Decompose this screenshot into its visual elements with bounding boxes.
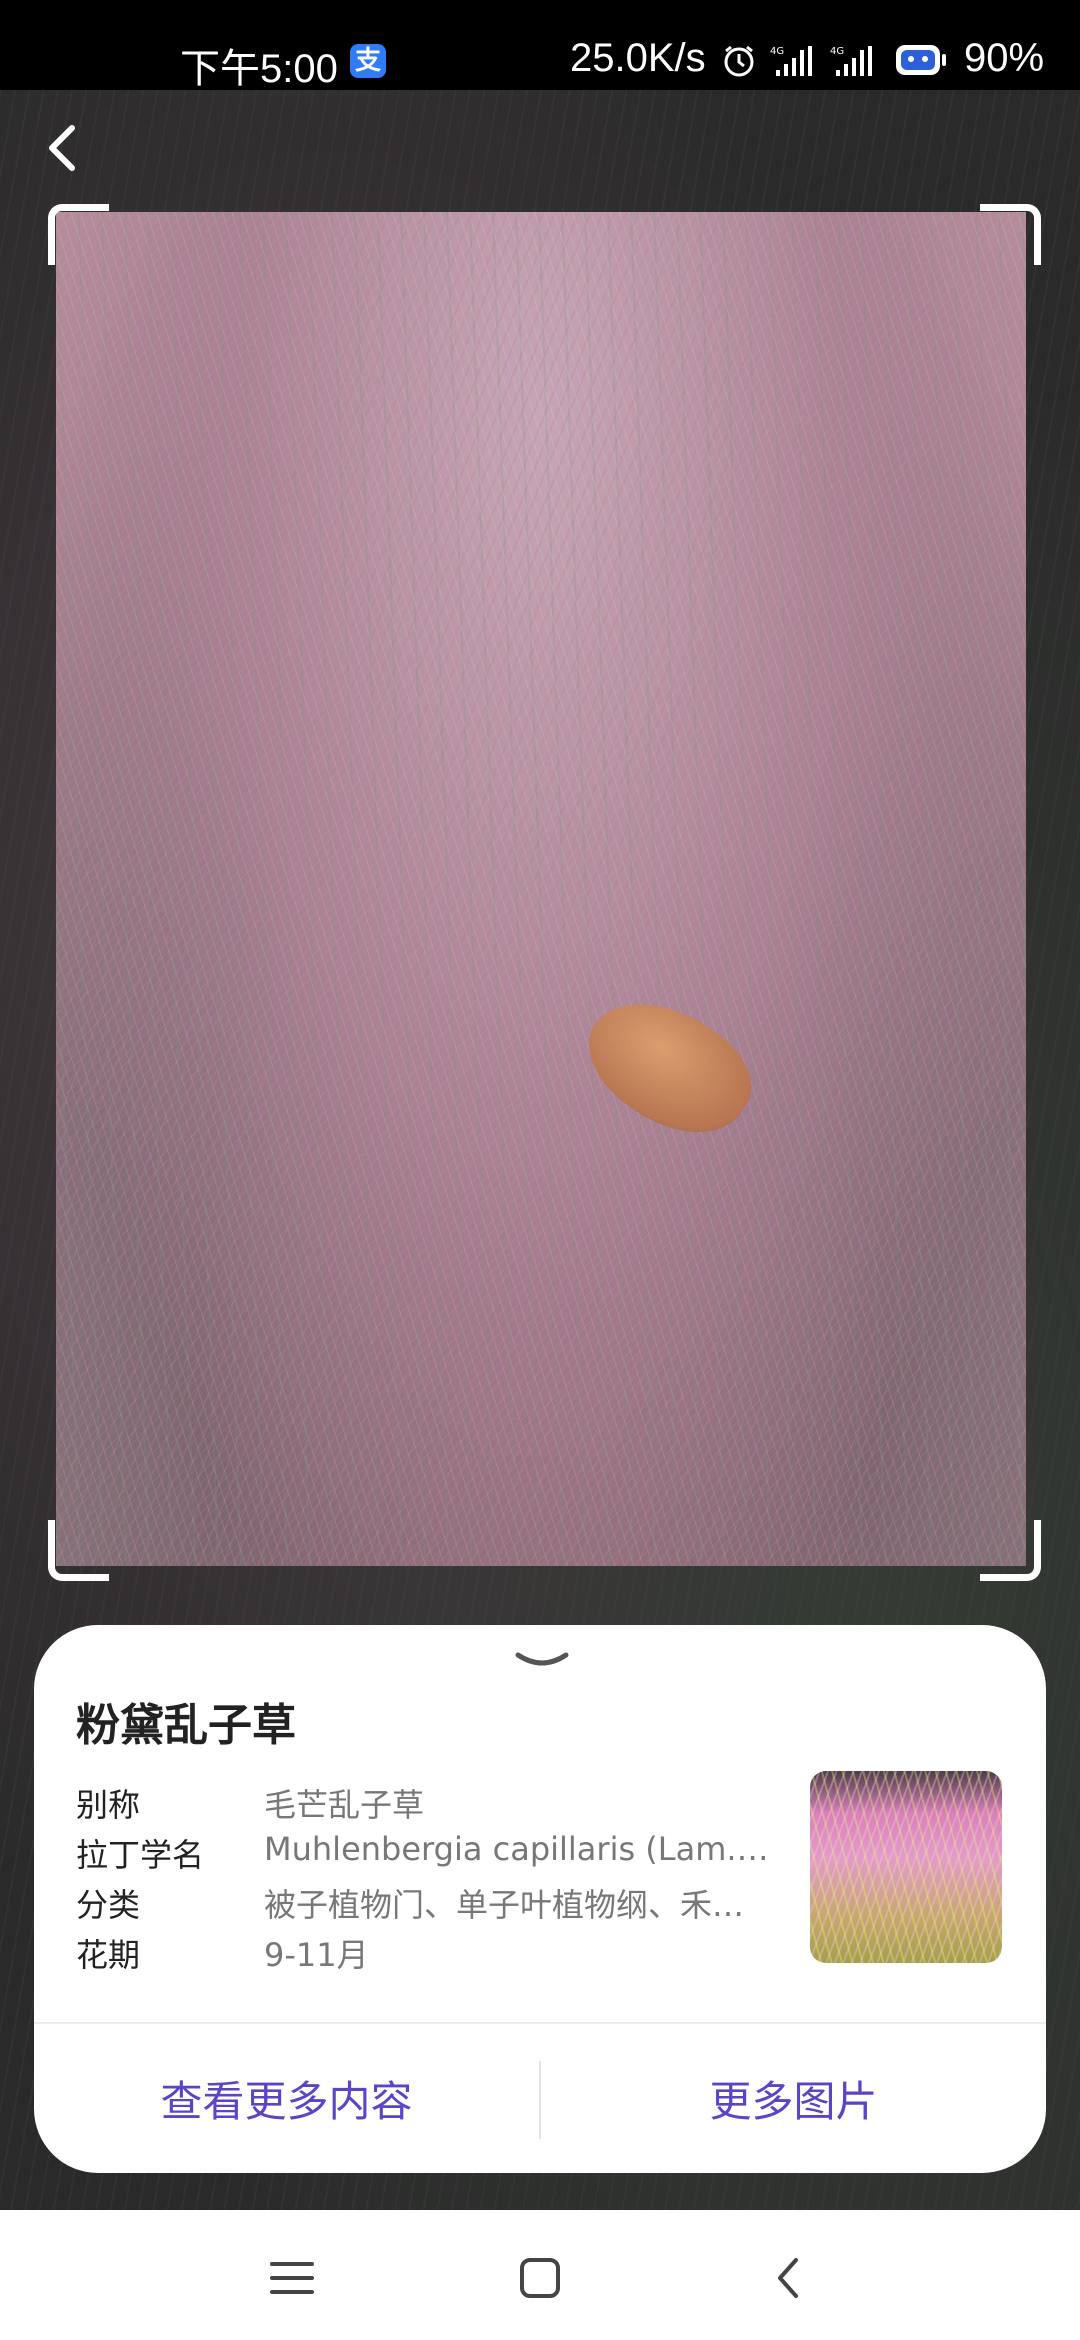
- alarm-icon: [724, 45, 754, 77]
- plant-name: 粉黛乱子草: [76, 1700, 296, 1751]
- signal-4g-icon: 4G: [830, 46, 872, 76]
- signal-2-label: 4G: [830, 46, 844, 57]
- info-label: 分类: [76, 1886, 141, 1924]
- info-label: 花期: [76, 1936, 141, 1974]
- info-label: 别称: [76, 1786, 141, 1824]
- crop-corner-top-left: [48, 204, 109, 265]
- back-icon[interactable]: [758, 2250, 818, 2306]
- network-speed: 25.0K/s: [570, 36, 706, 80]
- chevron-down-icon[interactable]: [512, 1645, 572, 1675]
- system-navigation-bar: [0, 2210, 1080, 2340]
- status-time: 下午5:00: [180, 47, 338, 91]
- signal-4g-icon: 4G: [770, 46, 812, 76]
- crop-corner-top-right: [980, 204, 1041, 265]
- dry-leaf: [567, 973, 771, 1161]
- chevron-left-icon[interactable]: [36, 118, 88, 178]
- info-value: 9-11月: [264, 1936, 369, 1974]
- crop-corner-bottom-left: [48, 1520, 109, 1581]
- info-value: 被子植物门、单子叶植物纲、禾本目、禾本科、乱子草属: [264, 1886, 774, 1924]
- plant-reference-thumbnail[interactable]: [810, 1771, 1002, 1963]
- captured-plant-photo: [56, 212, 1026, 1566]
- status-bar: 下午5:00 支 25.0K/s 4G 4G 90%: [0, 0, 1080, 91]
- info-label: 拉丁学名: [76, 1836, 205, 1874]
- home-square-icon[interactable]: [510, 2250, 570, 2306]
- view-more-content-button[interactable]: 查看更多内容: [34, 2023, 539, 2173]
- battery-percentage: 90%: [964, 36, 1045, 80]
- signal-1-label: 4G: [770, 46, 784, 57]
- crop-corner-bottom-right: [980, 1520, 1041, 1581]
- identification-result-card: 粉黛乱子草 别称 毛芒乱子草 拉丁学名 Muhlenbergia capilla…: [34, 1625, 1046, 2173]
- info-value: Muhlenbergia capillaris (Lam.) Trin.: [264, 1830, 774, 1868]
- menu-icon[interactable]: [262, 2250, 322, 2306]
- battery-icon: [896, 45, 946, 75]
- info-value: 毛芒乱子草: [264, 1786, 425, 1824]
- more-images-button[interactable]: 更多图片: [541, 2023, 1046, 2173]
- alipay-notification-icon: 支: [350, 44, 386, 78]
